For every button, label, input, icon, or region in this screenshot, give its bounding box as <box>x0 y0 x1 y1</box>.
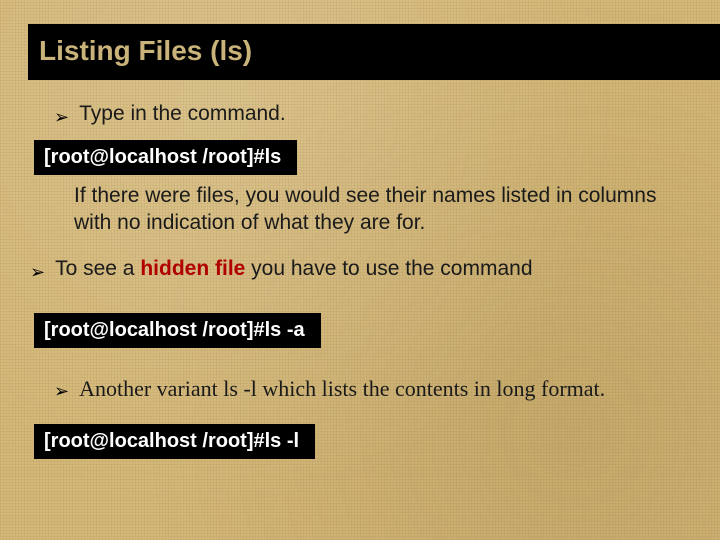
command-box-ls: [root@localhost /root]#ls <box>34 140 297 175</box>
hidden-file-phrase: hidden file <box>140 257 245 280</box>
arrow-icon: ➢ <box>54 378 69 404</box>
bullet-1: ➢ Type in the command. <box>54 102 700 130</box>
bullet-2-text: To see a hidden file you have to use the… <box>55 257 532 281</box>
bullet-1-text: Type in the command. <box>79 102 286 126</box>
command-box-ls-l: [root@localhost /root]#ls -l <box>34 424 315 459</box>
bullet-2: ➢ To see a hidden file you have to use t… <box>30 257 700 285</box>
bullet-3: ➢ Another variant ls -l which lists the … <box>54 376 700 404</box>
arrow-icon: ➢ <box>30 259 45 285</box>
bullet-3-text: Another variant ls -l which lists the co… <box>79 376 605 402</box>
arrow-icon: ➢ <box>54 104 69 130</box>
paragraph-1: If there were files, you would see their… <box>74 183 676 237</box>
bullet-2-pre: To see a <box>55 257 140 280</box>
bullet-2-post: you have to use the command <box>245 257 532 280</box>
slide: Listing Files (ls) ➢ Type in the command… <box>0 0 720 483</box>
page-title: Listing Files (ls) <box>28 24 720 80</box>
command-box-ls-a: [root@localhost /root]#ls -a <box>34 313 321 348</box>
